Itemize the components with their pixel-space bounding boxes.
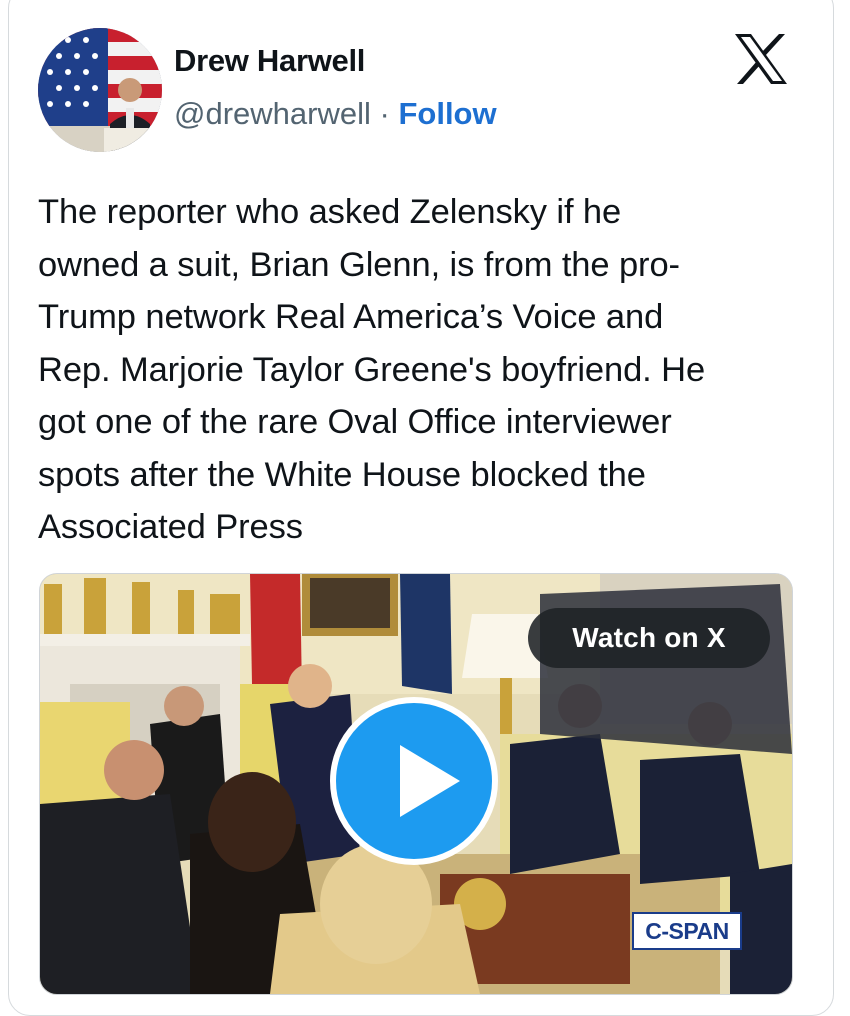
tweet-line: Rep. Marjorie Taylor Greene's boyfriend.… [38, 350, 706, 389]
avatar-image [38, 28, 162, 152]
play-button[interactable] [330, 697, 498, 865]
meta-separator: · [379, 96, 390, 131]
author-avatar[interactable] [38, 28, 162, 152]
tweet-line: spots after the White House blocked the [38, 455, 646, 494]
watch-on-x-button[interactable]: Watch on X [528, 608, 770, 668]
author-handle[interactable]: @drewharwell [174, 96, 371, 131]
tweet-line: owned a suit, Brian Glenn, is from the p… [38, 245, 680, 284]
tweet-line: Trump network Real America’s Voice and [38, 298, 664, 336]
author-name[interactable]: Drew Harwell [174, 43, 365, 79]
channel-logo: C-SPAN [632, 912, 742, 950]
follow-button[interactable]: Follow [398, 96, 496, 131]
tweet-line: Associated Press [38, 508, 303, 546]
x-logo-icon[interactable] [733, 33, 789, 85]
play-icon [400, 745, 460, 817]
tweet-text: The reporter who asked Zelensky if he ow… [38, 186, 798, 554]
tweet-line: got one of the rare Oval Office intervie… [38, 403, 672, 441]
tweet-line: The reporter who asked Zelensky if he [38, 193, 622, 231]
author-meta-row: @drewharwell · Follow [174, 96, 497, 132]
